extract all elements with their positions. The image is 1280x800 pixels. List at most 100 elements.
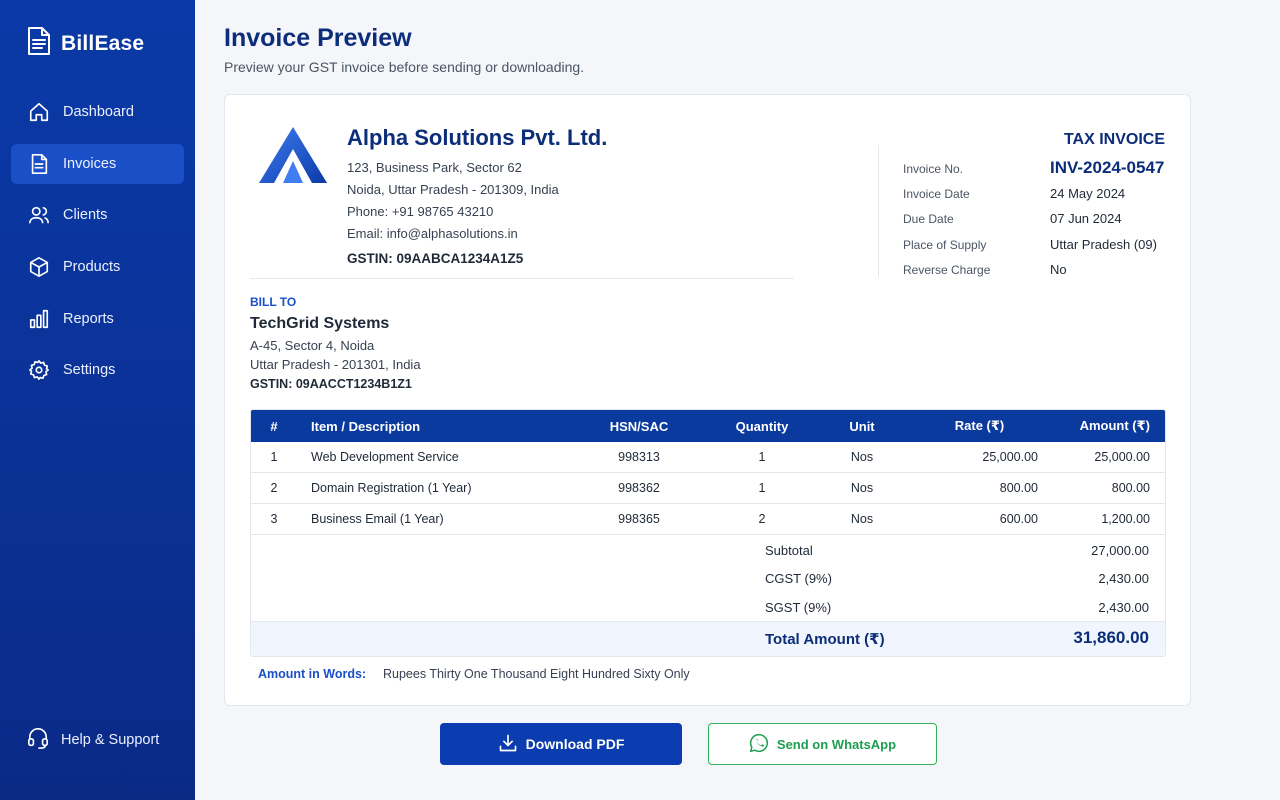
- help-support-link[interactable]: Help & Support: [27, 726, 159, 754]
- amount-in-words-label: Amount in Words:: [258, 667, 367, 681]
- users-icon: [27, 203, 51, 227]
- rate: 25,000.00: [982, 450, 1038, 464]
- sgst-label: SGST (9%): [765, 600, 832, 615]
- unit: Nos: [850, 512, 874, 526]
- amount-in-words-value: Rupees Thirty One Thousand Eight Hundred…: [383, 667, 690, 681]
- column-header: Item / Description: [311, 418, 421, 434]
- column-header: Unit: [849, 418, 875, 434]
- download-pdf-label: Download PDF: [525, 736, 625, 752]
- company-address-line1: 123, Business Park, Sector 62: [347, 160, 522, 175]
- row-number: 2: [270, 481, 278, 495]
- sidebar-nav: Dashboard Invoices Clients Products Repo…: [11, 92, 184, 402]
- reverse-charge-value: No: [1050, 262, 1067, 277]
- box-icon: [27, 255, 51, 279]
- sidebar-item-label: Settings: [63, 362, 116, 379]
- company-name: Alpha Solutions Pvt. Ltd.: [347, 125, 608, 150]
- sidebar-item-label: Reports: [63, 310, 114, 327]
- table-row: 3 Business Email (1 Year) 998365 2 Nos 6…: [251, 504, 1165, 535]
- due-date-value: 07 Jun 2024: [1050, 211, 1122, 226]
- bill-to-heading: BILL TO: [250, 295, 297, 309]
- subtotal-label: Subtotal: [765, 543, 813, 558]
- divider: [878, 145, 879, 277]
- brand[interactable]: BillEase: [27, 26, 144, 61]
- invoice-date-value: 24 May 2024: [1050, 186, 1126, 201]
- row-number: 1: [270, 450, 278, 464]
- unit: Nos: [850, 450, 874, 464]
- sidebar-item-label: Products: [63, 259, 121, 276]
- amount: 800.00: [1111, 481, 1150, 495]
- client-address-line2: Uttar Pradesh - 201301, India: [250, 357, 421, 372]
- headset-icon: [27, 726, 49, 754]
- amount: 1,200.00: [1101, 512, 1150, 526]
- client-name: TechGrid Systems: [250, 315, 390, 332]
- item-description: Web Development Service: [311, 450, 459, 464]
- invoice-card: Alpha Solutions Pvt. Ltd. 123, Business …: [224, 94, 1191, 706]
- reverse-charge-label: Reverse Charge: [903, 263, 991, 277]
- hsn-code: 998313: [618, 450, 660, 464]
- sidebar-item-settings[interactable]: Settings: [11, 350, 184, 390]
- quantity: 1: [758, 481, 766, 495]
- place-of-supply-value: Uttar Pradesh (09): [1050, 237, 1157, 252]
- subtotal-value: 27,000.00: [1091, 543, 1149, 558]
- grand-total-row: Total Amount (₹) 31,860.00: [251, 622, 1165, 656]
- document-icon: [27, 152, 51, 176]
- hsn-code: 998365: [618, 512, 660, 526]
- sidebar-item-dashboard[interactable]: Dashboard: [11, 92, 184, 132]
- bar-chart-icon: [27, 307, 51, 331]
- invoice-number-value: INV-2024-0547: [1050, 158, 1165, 177]
- table-header: # Item / Description HSN/SAC Quantity Un…: [251, 410, 1165, 442]
- grand-total-label: Total Amount (₹): [765, 631, 885, 648]
- sidebar-item-label: Clients: [63, 207, 108, 224]
- table-row: 1 Web Development Service 998313 1 Nos 2…: [251, 442, 1165, 473]
- grand-total-value: 31,860.00: [1073, 628, 1149, 647]
- download-icon: [498, 733, 518, 756]
- sgst-value: 2,430.00: [1098, 600, 1149, 615]
- invoice-number-label: Invoice No.: [903, 162, 964, 176]
- send-whatsapp-button[interactable]: Send on WhatsApp: [708, 723, 937, 765]
- page-subtitle: Preview your GST invoice before sending …: [224, 59, 585, 75]
- sidebar-item-products[interactable]: Products: [11, 247, 184, 287]
- column-header: Amount (₹): [1079, 418, 1150, 433]
- hsn-code: 998362: [618, 481, 660, 495]
- company-logo-icon: [257, 125, 329, 185]
- row-number: 3: [270, 512, 278, 526]
- sidebar-item-reports[interactable]: Reports: [11, 299, 184, 339]
- totals-section: Subtotal 27,000.00 CGST (9%) 2,430.00 SG…: [251, 535, 1165, 622]
- sidebar-item-clients[interactable]: Clients: [11, 195, 184, 235]
- help-support-label: Help & Support: [61, 732, 160, 748]
- company-gstin: GSTIN: 09AABCA1234A1Z5: [347, 251, 524, 266]
- page-title: Invoice Preview: [224, 24, 412, 52]
- cgst-label: CGST (9%): [765, 571, 832, 586]
- column-header: Quantity: [735, 418, 789, 434]
- client-address-line1: A-45, Sector 4, Noida: [250, 338, 375, 353]
- home-icon: [27, 100, 51, 124]
- company-address-line2: Noida, Uttar Pradesh - 201309, India: [347, 182, 559, 197]
- sidebar-item-label: Dashboard: [63, 104, 134, 120]
- column-header: #: [270, 418, 278, 434]
- table-row: 2 Domain Registration (1 Year) 998362 1 …: [251, 473, 1165, 504]
- column-header: Rate (₹): [954, 418, 1005, 433]
- quantity: 2: [758, 512, 766, 526]
- quantity: 1: [758, 450, 766, 464]
- sidebar-item-invoices[interactable]: Invoices: [11, 143, 184, 184]
- send-whatsapp-label: Send on WhatsApp: [776, 736, 897, 752]
- app-name: BillEase: [61, 31, 145, 55]
- company-phone: Phone: +91 98765 43210: [347, 204, 494, 219]
- item-description: Domain Registration (1 Year): [311, 481, 472, 495]
- rate: 800.00: [999, 481, 1038, 495]
- download-pdf-button[interactable]: Download PDF: [440, 723, 682, 765]
- rate: 600.00: [999, 512, 1038, 526]
- amount: 25,000.00: [1094, 450, 1150, 464]
- company-email: Email: info@alphasolutions.in: [347, 226, 518, 241]
- divider: [250, 278, 794, 279]
- client-gstin: GSTIN: 09AACCT1234B1Z1: [250, 377, 412, 391]
- document-type-title: TAX INVOICE: [1063, 131, 1165, 148]
- unit: Nos: [850, 481, 874, 495]
- whatsapp-icon: [749, 733, 769, 756]
- place-of-supply-label: Place of Supply: [903, 238, 987, 252]
- gear-icon: [27, 358, 51, 382]
- sidebar: BillEase Dashboard Invoices Clients Prod…: [0, 0, 195, 800]
- invoice-date-label: Invoice Date: [903, 187, 970, 201]
- sidebar-item-label: Invoices: [63, 155, 117, 172]
- item-description: Business Email (1 Year): [311, 512, 444, 526]
